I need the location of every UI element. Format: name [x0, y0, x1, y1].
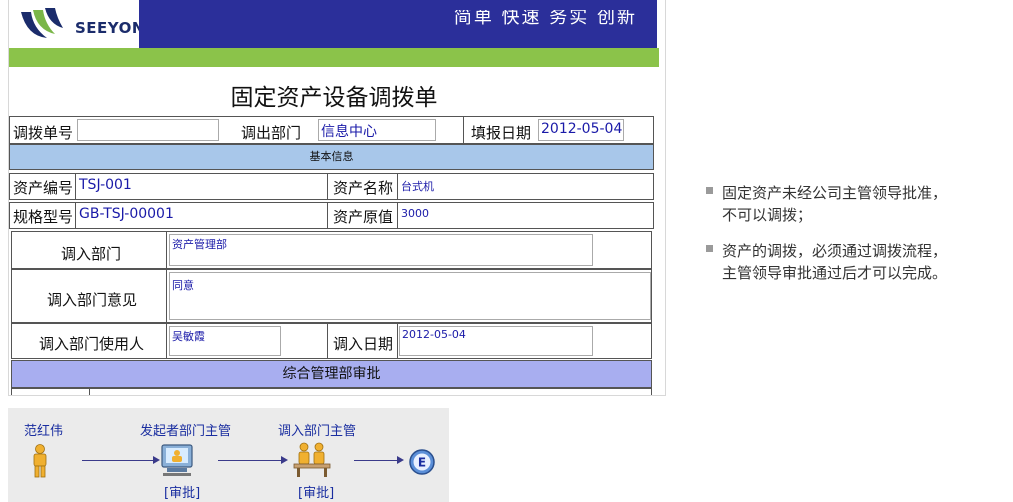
flow-arrow: [354, 456, 404, 464]
in-dept-label: 调入部门: [61, 245, 122, 263]
asset-no-label: 资产编号: [13, 179, 74, 197]
in-dept-opinion-label: 调入部门意见: [47, 291, 138, 309]
note-line: 固定资产未经公司主管领导批准，: [722, 184, 948, 202]
approval-band: 综合管理部审批: [11, 360, 652, 388]
in-dept-input[interactable]: 资产管理部: [169, 234, 593, 266]
doc-no-label: 调拨单号: [13, 124, 74, 142]
flow-node-action[interactable]: [审批]: [298, 482, 334, 501]
note-line: 资产的调拨，必须通过调拨流程，: [722, 242, 948, 260]
note-line: 主管领导审批通过后才可以完成。: [722, 264, 948, 282]
note-line: 不可以调拨；: [722, 206, 813, 224]
approval-row: [11, 388, 652, 395]
out-dept-label: 调出部门: [241, 124, 302, 142]
flow-arrow: [218, 456, 288, 464]
asset-name-label: 资产名称: [333, 179, 394, 197]
note-item: 固定资产未经公司主管领导批准， 不可以调拨；: [706, 182, 1006, 226]
in-date-label: 调入日期: [333, 335, 394, 353]
computer-user-icon[interactable]: [159, 444, 195, 478]
green-divider: [9, 48, 659, 67]
date-input[interactable]: 2012-05-04: [538, 119, 624, 141]
spec-label: 规格型号: [13, 208, 74, 226]
in-dept-user-input[interactable]: 吴敏霞: [169, 326, 281, 356]
out-dept-input[interactable]: 信息中心: [318, 119, 436, 141]
banner-slogan: 简单 快速 务实 创新: [453, 10, 637, 26]
form-screenshot: SEEYON 简单 快速 务实 创新 固定资产设备调拨单 调拨单号 调出部门 信…: [8, 0, 666, 396]
basic-info-band: 基本信息: [9, 144, 654, 170]
in-dept-opinion-input[interactable]: 同意: [169, 272, 651, 320]
person-icon[interactable]: [30, 444, 50, 478]
orig-value-label: 资产原值: [333, 208, 394, 226]
end-icon[interactable]: E: [408, 448, 436, 476]
bullet-icon: [706, 245, 713, 252]
in-dept-user-label: 调入部门使用人: [39, 335, 145, 353]
seeyon-logo: SEEYON: [17, 4, 144, 44]
flow-arrow: [82, 456, 160, 464]
doc-no-input[interactable]: [77, 119, 219, 141]
workflow-diagram: 范红伟 发起者部门主管 调入部门主管 [审批] [审批] E: [8, 408, 449, 502]
end-icon-label: E: [418, 456, 426, 470]
banner: SEEYON 简单 快速 务实 创新: [9, 0, 665, 50]
asset-no-value[interactable]: TSJ-001: [79, 177, 132, 193]
in-date-input[interactable]: 2012-05-04: [399, 326, 593, 356]
group-desk-icon[interactable]: [292, 442, 332, 478]
bullet-icon: [706, 187, 713, 194]
banner-slogan-bar: 简单 快速 务实 创新: [139, 0, 657, 48]
flow-node-name: 范红伟: [24, 424, 64, 439]
form-title: 固定资产设备调拨单: [230, 85, 438, 111]
logo-text: SEEYON: [75, 19, 145, 37]
orig-value-value[interactable]: 3000: [401, 207, 429, 220]
flow-node-action[interactable]: [审批]: [164, 482, 200, 501]
seeyon-logo-icon: [21, 8, 63, 38]
asset-name-value[interactable]: 台式机: [401, 178, 434, 194]
date-label: 填报日期: [471, 124, 532, 142]
spec-value[interactable]: GB-TSJ-00001: [79, 206, 174, 222]
flow-node-name: 发起者部门主管: [140, 424, 232, 439]
flow-node-name: 调入部门主管: [278, 424, 357, 439]
notes-list: 固定资产未经公司主管领导批准， 不可以调拨； 资产的调拨，必须通过调拨流程， 主…: [706, 182, 1006, 298]
note-item: 资产的调拨，必须通过调拨流程， 主管领导审批通过后才可以完成。: [706, 240, 1006, 284]
